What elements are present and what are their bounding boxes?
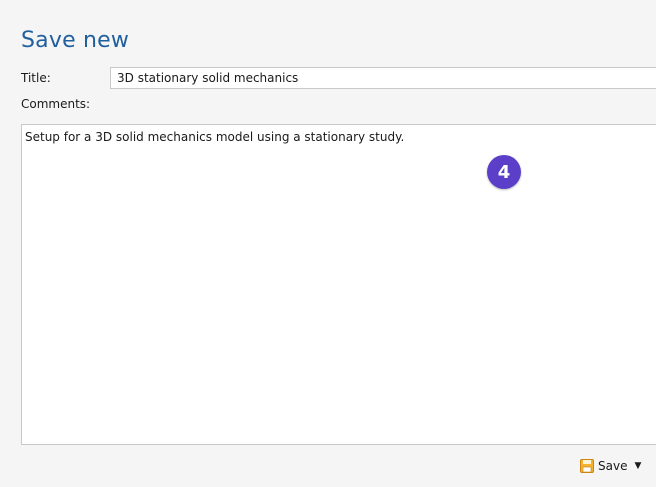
- comments-textarea[interactable]: Setup for a 3D solid mechanics model usi…: [21, 124, 656, 445]
- title-field[interactable]: 3D stationary solid mechanics: [110, 67, 656, 89]
- save-new-panel: Save new Title: 3D stationary solid mech…: [0, 0, 656, 487]
- caret-down-icon[interactable]: ▼: [634, 461, 641, 471]
- save-button-label: Save: [598, 459, 628, 473]
- title-label: Title:: [21, 71, 51, 85]
- step-number-badge: 4: [487, 155, 521, 189]
- floppy-disk-icon: [580, 459, 594, 473]
- comments-label: Comments:: [21, 97, 91, 111]
- save-button[interactable]: Save ▼: [580, 455, 641, 477]
- page-title: Save new: [21, 28, 130, 53]
